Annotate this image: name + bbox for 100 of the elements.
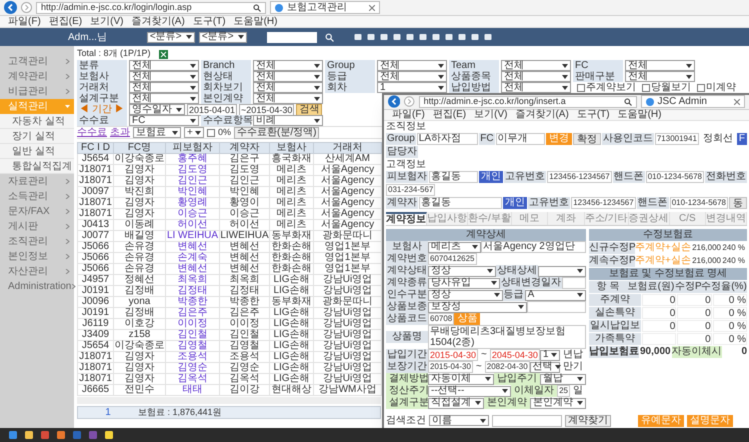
menu-item[interactable]: 보기(V) [90, 16, 124, 26]
dropdown[interactable]: 전체 [253, 82, 323, 93]
search-icon[interactable] [324, 32, 334, 42]
input-field[interactable]: 713001941 [654, 133, 699, 145]
dropdown[interactable]: 전체 [129, 82, 199, 93]
dropdown[interactable]: 본인계약 [530, 398, 586, 408]
type-button[interactable]: F [736, 133, 747, 145]
input-field[interactable]: 무배당메리츠3대질병보장보험1504(2종) [428, 325, 586, 349]
dropdown[interactable]: 전체 [501, 82, 571, 93]
sidebar-item[interactable]: 고객관리 [0, 54, 74, 69]
checkbox[interactable] [577, 84, 585, 92]
input-field[interactable]: 010-1234-5678 [646, 171, 704, 183]
address-bar[interactable]: http://admin.e-jsc.co.kr/login/login.asp [36, 2, 266, 14]
table-cell[interactable]: LI WEIHUA [166, 230, 220, 242]
input-field[interactable]: 010-1234-5678 [670, 197, 728, 209]
menu-item[interactable]: 즐겨찾기(A) [131, 16, 185, 26]
sidebar-item[interactable]: 일반 실적 [0, 144, 74, 159]
dropdown[interactable]: 당사유입 [428, 278, 500, 288]
input-field[interactable]: 123456-1234567 [571, 197, 636, 209]
fee-link[interactable]: 초과 [110, 128, 130, 138]
dropdown[interactable]: 전체 [253, 60, 323, 71]
address-bar[interactable]: http://admin.e-jsc.co.kr/long/insert.a [418, 96, 637, 108]
table-cell[interactable]: 김인근 [166, 176, 220, 186]
dropdown[interactable]: 전체 [501, 60, 571, 71]
horizontal-scrollbar[interactable] [77, 397, 381, 404]
dropdown[interactable]: 비례 [253, 115, 323, 126]
dropdown[interactable]: 전체 [501, 71, 571, 82]
search-field[interactable] [266, 32, 317, 42]
table-cell[interactable]: 변혜선 [166, 264, 220, 274]
dropdown[interactable]: <분류> [198, 32, 247, 42]
dropdown[interactable]: 전체 [253, 71, 323, 82]
sidebar-item[interactable]: 계약관리 [0, 69, 74, 84]
input-field[interactable]: 031-234-567 [386, 184, 436, 196]
page-link[interactable]: 1 [78, 405, 138, 420]
back-icon[interactable] [388, 95, 400, 108]
dropdown[interactable]: 선택 [530, 362, 560, 372]
input-field[interactable]: 2015-04-30 [428, 361, 473, 373]
dropdown[interactable] [538, 266, 586, 276]
table-cell[interactable]: 김영순 [166, 362, 220, 374]
table-cell[interactable]: 태태 [166, 384, 220, 396]
input-field[interactable] [562, 277, 586, 289]
menu-item[interactable]: 파일(F) [392, 110, 425, 120]
browser-tab[interactable]: 보험고객관리 [270, 1, 380, 14]
menu-item[interactable]: 파일(F) [8, 16, 41, 26]
menu-item[interactable]: 도구(T) [576, 110, 610, 120]
dropdown[interactable]: 영수일자 [129, 104, 185, 115]
table-cell[interactable]: 김인철 [166, 330, 220, 340]
menu-item[interactable]: 도구(T) [192, 16, 226, 26]
table-cell[interactable]: 이승근 [166, 208, 220, 220]
sidebar-item[interactable]: 자료관리 [0, 174, 74, 189]
input-field[interactable]: 2015-04-30 [428, 349, 478, 361]
sidebar-item[interactable]: 자산관리 [0, 264, 74, 279]
type-button[interactable]: 개인 [503, 197, 528, 209]
fee-link[interactable]: 수수료 [77, 128, 107, 138]
table-cell[interactable]: 박인혜 [166, 186, 220, 198]
action-button[interactable]: 동 [729, 197, 747, 209]
dropdown[interactable]: 전체 [129, 93, 199, 104]
table-cell[interactable]: 조용석 [166, 352, 220, 362]
dropdown[interactable]: 전체 [377, 71, 447, 82]
browser-tab[interactable]: JSC Admin [640, 95, 745, 108]
input-field[interactable]: 서울Agency 2영업단 [481, 241, 586, 253]
menu-item[interactable]: 도움말(H) [234, 16, 278, 26]
search-icon[interactable] [253, 4, 261, 12]
search-button[interactable]: 검색 [296, 104, 322, 116]
table-cell[interactable]: 김영철 [166, 340, 220, 352]
menu-item[interactable]: 즐겨찾기(A) [515, 110, 569, 120]
table-cell[interactable]: 허이선 [166, 220, 220, 230]
sidebar-item[interactable]: 소득관리 [0, 189, 74, 204]
table-cell[interactable]: 손계숙 [166, 252, 220, 264]
dropdown[interactable]: A [524, 290, 586, 300]
dropdown[interactable]: 월납 [540, 374, 586, 384]
table-cell[interactable]: 최옥희 [166, 274, 220, 286]
search-icon[interactable] [624, 98, 632, 106]
checkbox[interactable] [207, 128, 215, 136]
dropdown[interactable]: 이름 [429, 415, 489, 426]
excel-icon[interactable] [158, 50, 168, 58]
table-cell[interactable]: 홍주혜 [166, 154, 220, 164]
dropdown[interactable]: 메리츠 [428, 242, 482, 252]
sidebar-item[interactable]: 문자/FAX [0, 204, 74, 219]
input-field[interactable]: 2045-04-30 [490, 349, 540, 361]
dropdown[interactable]: 전체 [625, 60, 695, 71]
dropdown[interactable]: 1 [377, 82, 447, 93]
sidebar-item[interactable]: 비급관리 [0, 84, 74, 99]
input-field[interactable]: 123456-1234567 [547, 171, 612, 183]
dropdown[interactable]: 보장성 [428, 302, 527, 312]
dropdown[interactable]: 전체 [129, 60, 199, 71]
menu-item[interactable]: 편집(E) [432, 110, 466, 120]
dropdown[interactable]: 정상 [428, 266, 496, 276]
sidebar-item[interactable]: 조직관리 [0, 234, 74, 249]
input-field[interactable]: 이무개 [496, 133, 545, 145]
input-field[interactable]: 60708 [428, 313, 454, 325]
sidebar-item[interactable]: 본인정보 [0, 249, 74, 264]
table-cell[interactable]: 변혜선 [166, 242, 220, 252]
dropdown[interactable]: <분류> [146, 32, 195, 42]
input-field[interactable] [527, 301, 586, 313]
dropdown[interactable]: 정상 [428, 290, 503, 300]
type-button[interactable]: 개인 [479, 171, 504, 183]
menu-item[interactable]: 보기(V) [474, 110, 508, 120]
sidebar-item[interactable]: 자동차 실적 [0, 114, 74, 129]
action-button[interactable]: 확정 [572, 133, 601, 145]
